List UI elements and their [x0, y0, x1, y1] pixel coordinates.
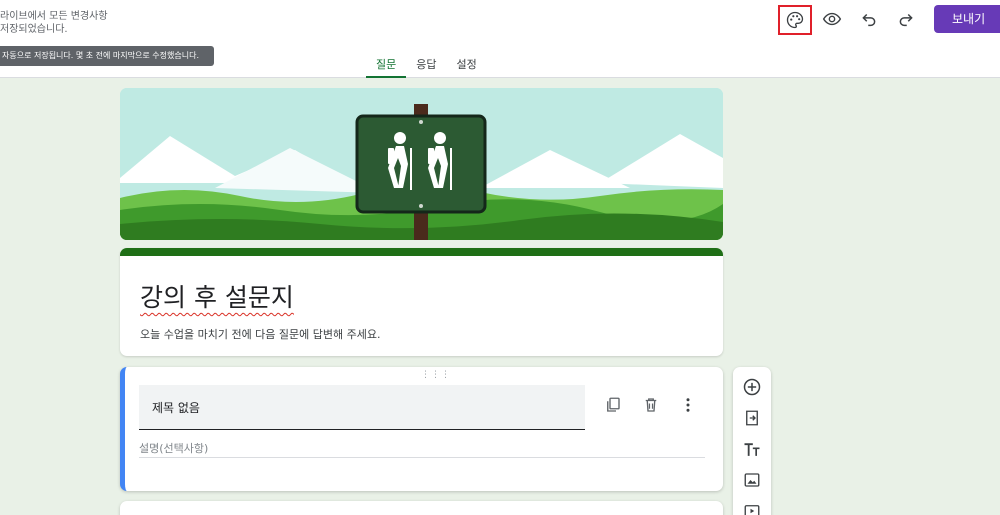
- undo-button[interactable]: [853, 3, 885, 35]
- add-image-button[interactable]: [740, 468, 764, 492]
- form-tabs: 질문 응답 설정: [366, 50, 487, 78]
- preview-button[interactable]: [816, 3, 848, 35]
- add-video-icon: [744, 505, 760, 515]
- undo-icon: [862, 13, 876, 27]
- top-bar: 라이브에서 모든 변경사항 저장되었습니다. 자동으로 저장됩니다. 몇 초 전…: [0, 0, 1000, 78]
- send-button[interactable]: 보내기: [934, 5, 1000, 33]
- save-status-line-1: 라이브에서 모든 변경사항: [0, 11, 108, 22]
- delete-button[interactable]: [639, 393, 663, 417]
- save-status-line-2: 저장되었습니다.: [0, 24, 68, 35]
- import-questions-icon: [746, 410, 758, 426]
- add-title-button[interactable]: [740, 438, 764, 462]
- save-status: 라이브에서 모든 변경사항 저장되었습니다.: [0, 10, 108, 36]
- import-questions-button[interactable]: [740, 406, 764, 430]
- tab-responses[interactable]: 응답: [406, 50, 446, 78]
- question-title-field[interactable]: 제목 없음: [139, 385, 585, 430]
- redo-icon: [899, 13, 913, 27]
- form-title-card[interactable]: 강의 후 설문지 오늘 수업을 마치기 전에 다음 질문에 답변해 주세요.: [120, 248, 723, 356]
- customize-theme-button[interactable]: [778, 5, 812, 35]
- copy-image-button[interactable]: [601, 393, 625, 417]
- form-description[interactable]: 오늘 수업을 마치기 전에 다음 질문에 답변해 주세요.: [140, 326, 381, 342]
- copy-icon: [607, 397, 620, 412]
- next-question-card[interactable]: [120, 501, 723, 515]
- palette-icon: [786, 11, 804, 29]
- eye-icon: [822, 12, 842, 26]
- add-question-icon: [743, 378, 761, 396]
- trash-icon: [645, 398, 657, 412]
- add-image-icon: [744, 473, 760, 487]
- more-vert-icon: [686, 398, 690, 412]
- add-title-icon: [744, 443, 760, 456]
- more-options-button[interactable]: [676, 393, 700, 417]
- form-title[interactable]: 강의 후 설문지: [140, 278, 294, 314]
- question-title[interactable]: 제목 없음: [152, 399, 200, 416]
- question-description-field[interactable]: 설명(선택사항): [139, 440, 705, 458]
- question-card[interactable]: ⋮⋮⋮ 제목 없음 설명(선택사항): [120, 367, 723, 491]
- redo-button[interactable]: [890, 3, 922, 35]
- autosave-tooltip: 자동으로 저장됩니다. 몇 초 전에 마지막으로 수정했습니다.: [0, 46, 214, 66]
- tab-settings[interactable]: 설정: [447, 50, 487, 78]
- header-banner-image: [120, 88, 723, 240]
- floating-toolbar: [733, 367, 771, 515]
- add-question-button[interactable]: [740, 375, 764, 399]
- drag-handle-icon[interactable]: ⋮⋮⋮: [421, 370, 451, 380]
- tab-questions[interactable]: 질문: [366, 50, 407, 78]
- add-video-button[interactable]: [740, 499, 764, 515]
